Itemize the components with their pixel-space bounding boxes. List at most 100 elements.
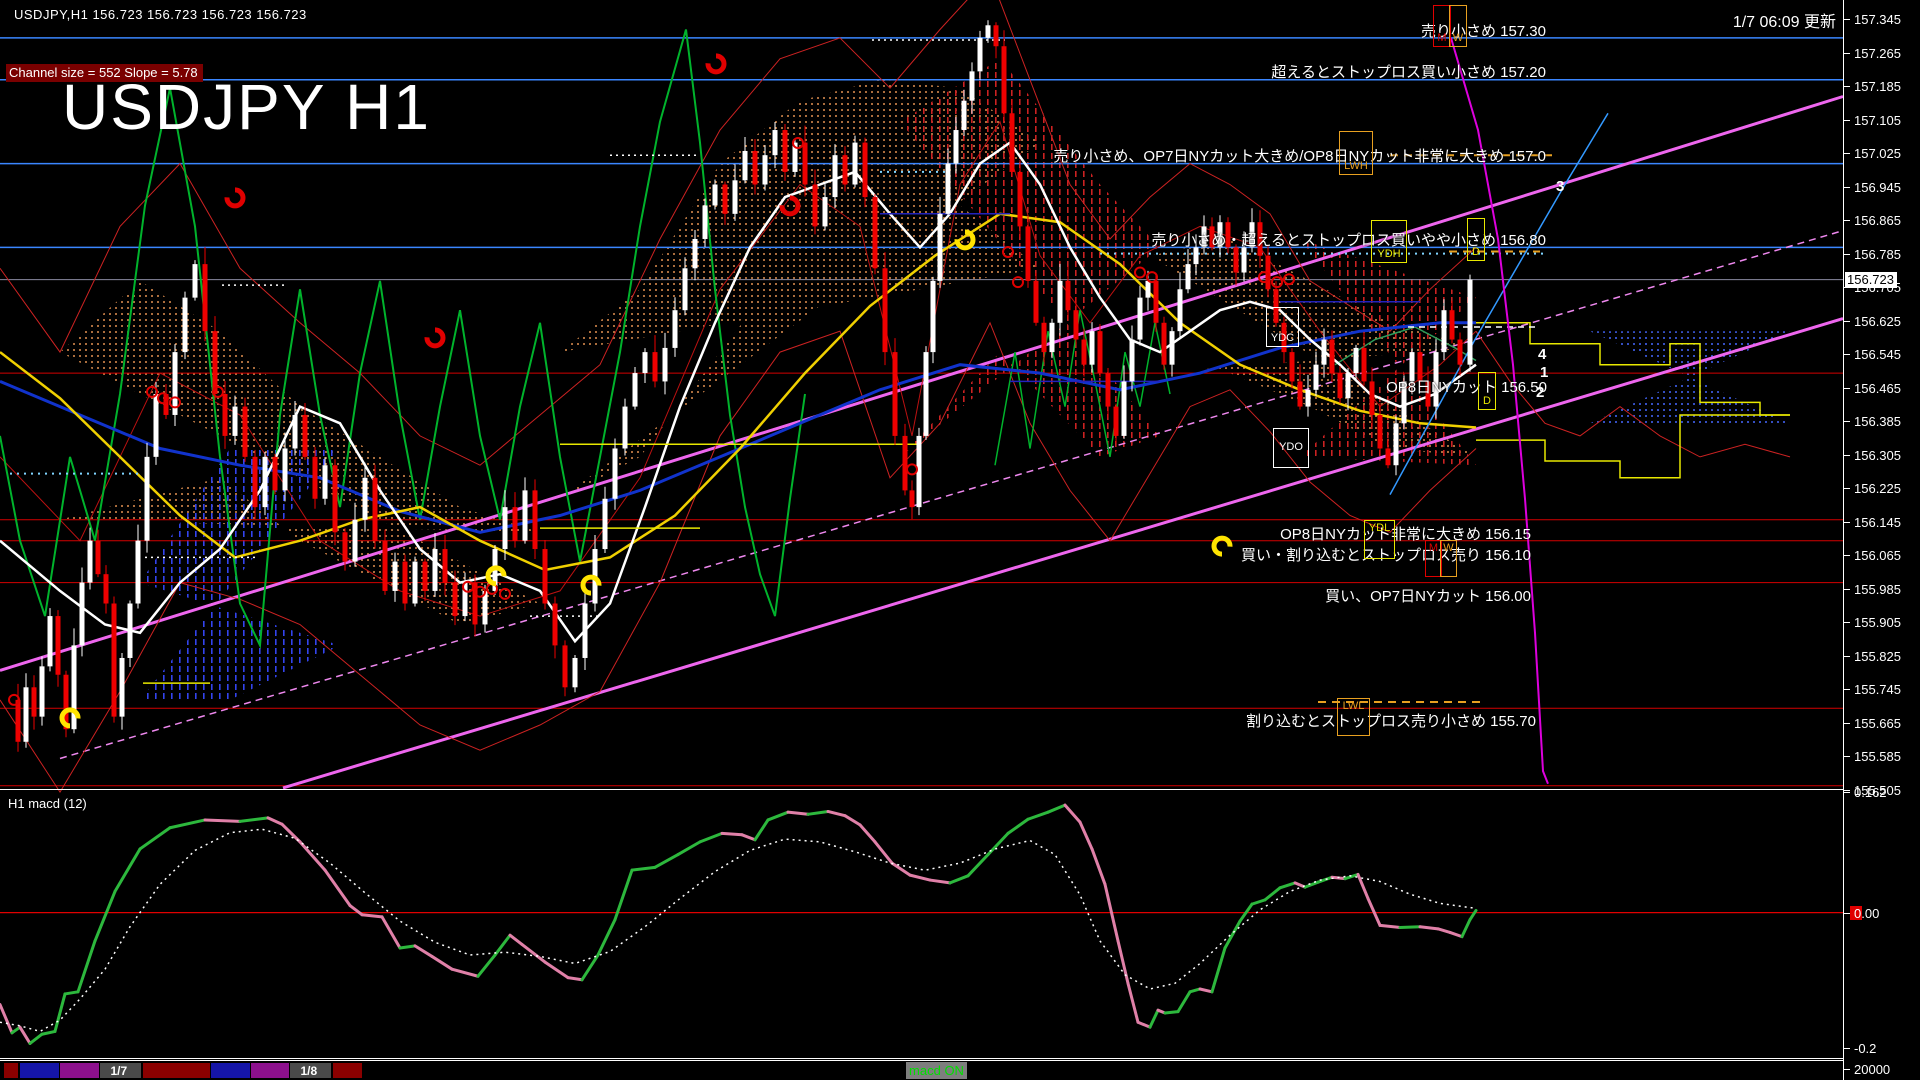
session-segment [4,1063,18,1078]
candle [173,352,178,415]
candle [1010,113,1015,172]
marker-box-W: W [1440,540,1457,577]
update-timestamp: 1/7 06:09 更新 [1733,8,1836,32]
candle [924,352,929,436]
candle [613,448,618,498]
price-tick: 155.665 [1854,716,1901,731]
macd-signal-line [0,829,1476,1031]
price-tick: 156.225 [1854,481,1901,496]
candle [1090,331,1095,365]
candle [1338,373,1343,398]
candle [1330,340,1335,374]
candle [1162,323,1167,365]
price-tick: 156.785 [1854,247,1901,262]
candle [1458,340,1463,365]
candle [1346,373,1351,398]
price-tick: 157.345 [1854,12,1901,27]
trade-annotation: OP8日NYカット非常に大きめ 156.15 [1280,523,1531,544]
candle [946,164,951,214]
candle [233,407,238,436]
candle [403,562,408,604]
candle [303,415,308,457]
candle [763,155,768,184]
candle [1170,331,1175,365]
candle [663,348,668,382]
candle [573,658,578,687]
candle [893,352,898,436]
trade-annotation: OP8日NYカット 156.50 [1386,376,1547,397]
candle [343,532,348,561]
candle [1106,373,1111,407]
candle [1114,407,1119,436]
candle [88,541,93,583]
wave-number-3: 3 [1556,178,1564,195]
candle [803,143,808,185]
candle [313,457,318,499]
candle [1362,348,1367,382]
red-arc-marker [427,330,443,346]
candle [1018,172,1023,226]
session-segment [20,1063,59,1078]
candle [1138,298,1143,340]
candle [16,700,21,742]
candle [1050,323,1055,352]
candle [1066,281,1071,310]
candle [1306,390,1311,407]
candle [56,616,61,675]
yellow-arc-marker [1214,538,1230,554]
macd-toggle-button[interactable]: macd ON [906,1062,967,1079]
session-segment [211,1063,250,1078]
candle [413,562,418,604]
candle [743,151,748,180]
candle [393,562,398,591]
candle [503,507,508,549]
marker-box-LWH: LWH [1339,131,1373,175]
candle [283,448,288,490]
candle [533,490,538,549]
watermark-symbol: USDJPY H1 [62,70,431,144]
candle [723,185,728,214]
marker-box-D: D [1467,218,1485,261]
candle [136,541,141,604]
candle [243,407,248,457]
price-axis[interactable]: 157.345157.265157.185157.105157.025156.9… [1843,0,1920,1080]
price-tick: 156.545 [1854,347,1901,362]
panel-separator[interactable] [0,789,1843,790]
candle [633,373,638,407]
candle [443,549,448,583]
candle [962,101,967,130]
candle [833,155,838,197]
candle [1468,280,1473,365]
chart-canvas[interactable] [0,0,1920,1080]
timeline-strip[interactable]: 1/71/8macd ON [0,1061,1843,1080]
candle [994,25,999,46]
session-segment [251,1063,289,1078]
red-circle-marker [1135,267,1145,277]
session-segment [143,1063,210,1078]
symbol-title: USDJPY,H1 156.723 156.723 156.723 156.72… [14,7,307,22]
candle [1234,247,1239,272]
candle [1026,226,1031,280]
price-tick: 156.065 [1854,548,1901,563]
candle [373,478,378,541]
candle [703,205,708,239]
candle [293,415,298,449]
price-tick: 156.945 [1854,180,1901,195]
price-tick: 155.825 [1854,649,1901,664]
macd-panel[interactable] [0,805,1843,1043]
candle [1082,340,1087,365]
candle [1002,46,1007,113]
marker-box-YDC: YDC [1266,307,1299,347]
candle [1322,340,1327,365]
candle [543,549,548,603]
candle [128,604,133,658]
candle [1378,415,1383,449]
candle [453,583,458,617]
candle [213,331,218,394]
price-tick: 157.265 [1854,46,1901,61]
wave-number-1: 1 [1540,364,1548,381]
candle [1242,247,1247,272]
candle [1034,281,1039,323]
candle [145,457,150,541]
wave-number-2: 2 [1536,384,1544,401]
